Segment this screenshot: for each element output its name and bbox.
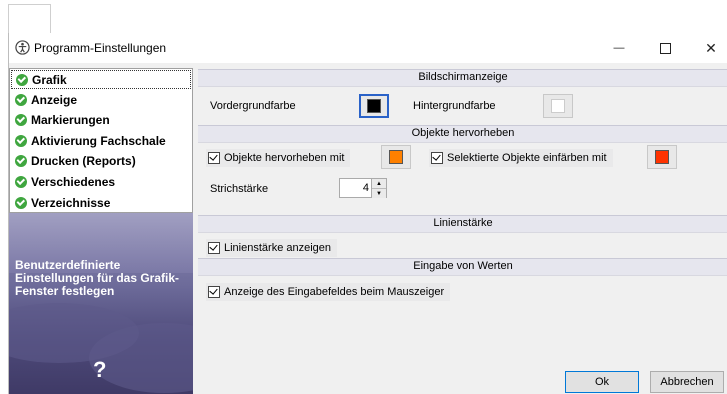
highlight-color-button[interactable] bbox=[381, 145, 411, 169]
show-input-field-label: Anzeige des Eingabefeldes beim Mauszeige… bbox=[224, 286, 445, 298]
check-circle-icon bbox=[15, 154, 27, 167]
check-circle-icon bbox=[15, 196, 27, 209]
selected-color-swatch bbox=[655, 150, 669, 164]
spin-down-icon[interactable]: ▼ bbox=[372, 189, 386, 198]
minimize-button[interactable]: — bbox=[596, 33, 642, 63]
nav-item-label: Grafik bbox=[32, 72, 67, 87]
cancel-button[interactable]: Abbrechen bbox=[650, 371, 724, 393]
close-icon: ✕ bbox=[705, 39, 717, 56]
nav-item-markierungen[interactable]: Markierungen bbox=[11, 110, 191, 129]
selected-objects-checkbox[interactable]: Selektierte Objekte einfärben mit bbox=[429, 149, 613, 167]
app-info-icon bbox=[15, 40, 30, 55]
nav-item-label: Anzeige bbox=[31, 92, 78, 107]
stroke-width-spinner[interactable]: 4 ▲ ▼ bbox=[339, 178, 387, 198]
nav-item-label: Markierungen bbox=[31, 112, 110, 127]
stroke-width-value: 4 bbox=[362, 182, 369, 194]
info-banner: Benutzerdefinierte Einstellungen für das… bbox=[9, 213, 193, 394]
nav-item-drucken[interactable]: Drucken (Reports) bbox=[11, 151, 191, 170]
nav-item-label: Verschiedenes bbox=[31, 174, 116, 189]
nav-item-grafik[interactable]: Grafik bbox=[11, 70, 191, 89]
check-circle-icon bbox=[15, 93, 27, 106]
show-linewidth-label: Linienstärke anzeigen bbox=[224, 242, 332, 254]
section-header-highlight: Objekte hervorheben bbox=[198, 125, 727, 143]
title-bar: Programm-Einstellungen — ✕ bbox=[9, 33, 727, 63]
checkbox-checked-icon bbox=[208, 286, 220, 298]
section-header-input: Eingabe von Werten bbox=[198, 258, 727, 276]
nav-item-anzeige[interactable]: Anzeige bbox=[11, 90, 191, 109]
category-list: Grafik Anzeige Markierungen Aktivierung … bbox=[9, 68, 193, 213]
checkbox-checked-icon bbox=[431, 152, 443, 164]
settings-dialog: Programm-Einstellungen — ✕ Grafik Anzeig… bbox=[8, 33, 727, 394]
selected-color-button[interactable] bbox=[647, 145, 677, 169]
top-strip bbox=[0, 0, 727, 35]
background-color-swatch bbox=[551, 99, 565, 113]
window-title: Programm-Einstellungen bbox=[34, 41, 167, 55]
foreground-color-swatch bbox=[367, 99, 381, 113]
nav-item-label: Aktivierung Fachschale bbox=[31, 133, 166, 148]
banner-description: Benutzerdefinierte Einstellungen für das… bbox=[15, 258, 180, 298]
show-input-field-checkbox[interactable]: Anzeige des Eingabefeldes beim Mauszeige… bbox=[206, 283, 451, 301]
nav-item-verschiedenes[interactable]: Verschiedenes bbox=[11, 172, 191, 191]
foreground-color-label: Vordergrundfarbe bbox=[210, 100, 296, 112]
foreground-color-button[interactable] bbox=[359, 94, 389, 118]
spinner-buttons: ▲ ▼ bbox=[371, 179, 386, 198]
highlight-objects-label: Objekte hervorheben mit bbox=[224, 152, 345, 164]
highlight-color-swatch bbox=[389, 150, 403, 164]
stroke-width-label: Strichstärke bbox=[210, 183, 269, 195]
address-box[interactable] bbox=[8, 4, 51, 35]
nav-item-aktivierung-fachschale[interactable]: Aktivierung Fachschale bbox=[11, 131, 191, 150]
section-header-linewidth: Linienstärke bbox=[198, 215, 727, 233]
minimize-icon: — bbox=[613, 42, 625, 54]
checkbox-checked-icon bbox=[208, 152, 220, 164]
highlight-objects-checkbox[interactable]: Objekte hervorheben mit bbox=[206, 149, 351, 167]
selected-objects-label: Selektierte Objekte einfärben mit bbox=[447, 152, 607, 164]
check-circle-icon bbox=[15, 175, 27, 188]
check-circle-icon bbox=[15, 113, 27, 126]
maximize-icon bbox=[659, 42, 671, 54]
help-icon[interactable]: ? bbox=[93, 357, 106, 383]
close-button[interactable]: ✕ bbox=[688, 33, 727, 63]
checkbox-checked-icon bbox=[208, 242, 220, 254]
ok-button[interactable]: Ok bbox=[565, 371, 639, 393]
nav-item-label: Drucken (Reports) bbox=[31, 153, 136, 168]
section-header-display: Bildschirmanzeige bbox=[198, 69, 727, 87]
nav-item-label: Verzeichnisse bbox=[31, 195, 111, 210]
maximize-button[interactable] bbox=[642, 33, 688, 63]
show-linewidth-checkbox[interactable]: Linienstärke anzeigen bbox=[206, 239, 338, 257]
check-circle-icon bbox=[16, 73, 28, 86]
check-circle-icon bbox=[15, 134, 27, 147]
background-color-button[interactable] bbox=[543, 94, 573, 118]
nav-item-verzeichnisse[interactable]: Verzeichnisse bbox=[11, 193, 191, 212]
spin-up-icon[interactable]: ▲ bbox=[372, 179, 386, 189]
background-color-label: Hintergrundfarbe bbox=[413, 100, 496, 112]
